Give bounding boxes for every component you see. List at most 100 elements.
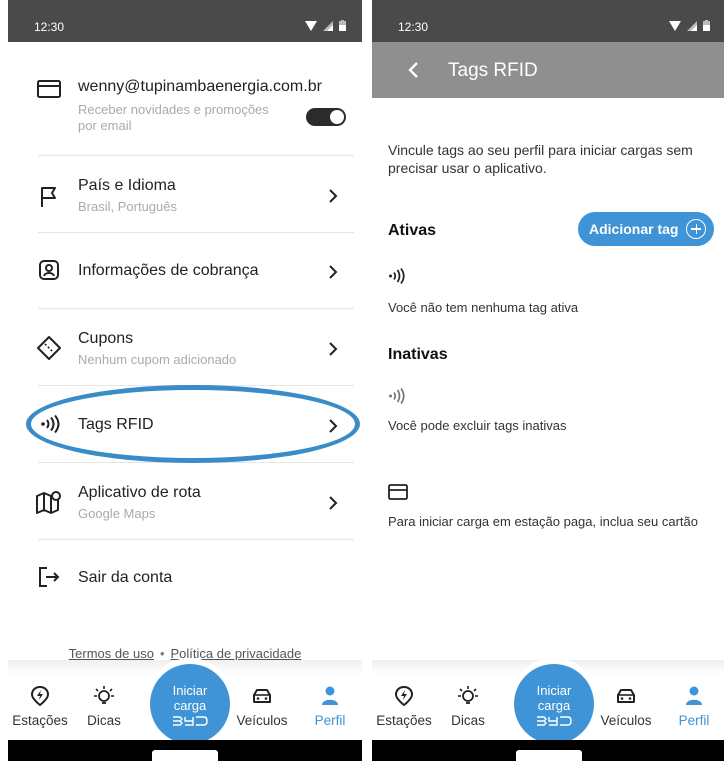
menu-item-logout[interactable]: Sair da conta bbox=[8, 540, 362, 616]
menu-item-subtitle: Google Maps bbox=[78, 506, 156, 521]
menu-item-rfid-tags[interactable]: Tags RFID bbox=[8, 386, 362, 462]
rfid-icon bbox=[389, 268, 405, 284]
signal-icon bbox=[323, 20, 333, 31]
battery-icon bbox=[703, 20, 710, 31]
page-title: Tags RFID bbox=[448, 60, 538, 81]
car-icon bbox=[617, 689, 635, 703]
add-tag-button[interactable]: Adicionar tag bbox=[578, 212, 714, 246]
status-icons bbox=[305, 20, 346, 31]
account-block: wenny@tupinambaenergia.com.br Receber no… bbox=[8, 72, 362, 156]
account-email: wenny@tupinambaenergia.com.br bbox=[78, 78, 322, 95]
chevron-right-icon bbox=[329, 265, 338, 279]
logout-icon bbox=[36, 564, 62, 590]
menu-item-billing[interactable]: Informações de cobrança bbox=[8, 233, 362, 309]
wifi-icon bbox=[305, 20, 317, 31]
map-icon bbox=[36, 489, 62, 515]
chevron-right-icon bbox=[329, 419, 338, 433]
home-pill[interactable] bbox=[516, 750, 582, 761]
nav-item-vehicles[interactable]: Veículos bbox=[594, 685, 658, 728]
nav-item-profile[interactable]: Perfil bbox=[298, 685, 362, 728]
nav-label: Perfil bbox=[678, 713, 710, 728]
flag-icon bbox=[36, 184, 62, 210]
menu-item-title: Tags RFID bbox=[78, 416, 154, 433]
app-bar: Tags RFID bbox=[372, 42, 724, 98]
nav-label: Dicas bbox=[451, 713, 485, 728]
footer-links: Termos de uso • Política de privacidade bbox=[8, 646, 362, 661]
nav-label: Perfil bbox=[314, 713, 346, 728]
wifi-icon bbox=[669, 20, 681, 31]
menu-item-title: Informações de cobrança bbox=[78, 262, 259, 279]
settings-screen: 12:30 wenny@tupinambaenergia.com.br Rece… bbox=[8, 0, 362, 761]
rfid-intro-text: Vincule tags ao seu perfil para iniciar … bbox=[388, 142, 693, 176]
mail-card-icon bbox=[36, 76, 62, 102]
nav-item-vehicles[interactable]: Veículos bbox=[230, 685, 294, 728]
menu-item-title: Aplicativo de rota bbox=[78, 484, 201, 501]
bottom-nav: Estações Dicas Iniciar carga Veículos Pe… bbox=[8, 660, 362, 744]
menu-item-title: Sair da conta bbox=[78, 569, 173, 586]
charging-station-icon bbox=[394, 685, 414, 707]
nav-label: Dicas bbox=[87, 713, 121, 728]
credit-card-icon bbox=[388, 484, 408, 500]
status-bar: 12:30 bbox=[8, 0, 362, 42]
nav-item-stations[interactable]: Estações bbox=[8, 685, 72, 728]
inactive-info-text: Você pode excluir tags inativas bbox=[388, 418, 567, 433]
coupon-icon bbox=[36, 335, 62, 361]
start-charge-label-1: Iniciar bbox=[172, 683, 208, 698]
lightbulb-icon bbox=[94, 686, 114, 704]
add-tag-label: Adicionar tag bbox=[589, 221, 679, 237]
battery-icon bbox=[339, 20, 346, 31]
nav-item-tips[interactable]: Dicas bbox=[72, 685, 136, 728]
nav-label: Veículos bbox=[236, 713, 288, 728]
nav-item-tips[interactable]: Dicas bbox=[436, 685, 500, 728]
lightbulb-icon bbox=[458, 686, 478, 704]
menu-item-country-language[interactable]: País e Idioma Brasil, Português bbox=[8, 156, 362, 232]
nav-label: Estações bbox=[12, 713, 68, 728]
android-nav-bar bbox=[8, 740, 362, 761]
active-heading: Ativas bbox=[388, 222, 437, 239]
active-empty-text: Você não tem nenhuma tag ativa bbox=[388, 300, 579, 315]
nav-label: Veículos bbox=[600, 713, 652, 728]
bottom-nav: Estações Dicas Iniciar carga Veículos Pe… bbox=[372, 660, 724, 744]
toggle-knob bbox=[330, 110, 344, 124]
start-charge-label-1: Iniciar bbox=[536, 683, 572, 698]
status-time: 12:30 bbox=[398, 20, 429, 34]
newsletter-label: Receber novidades e promoções por email bbox=[78, 102, 269, 133]
chevron-right-icon bbox=[329, 496, 338, 510]
nav-item-profile[interactable]: Perfil bbox=[662, 685, 724, 728]
signal-icon bbox=[687, 20, 697, 31]
footer-separator: • bbox=[159, 646, 165, 661]
start-charge-label-2: carga bbox=[537, 698, 571, 713]
rfid-icon bbox=[38, 411, 64, 437]
chevron-right-icon bbox=[329, 342, 338, 356]
person-icon bbox=[686, 686, 702, 705]
android-nav-bar bbox=[372, 740, 724, 761]
plus-circle-icon bbox=[686, 219, 707, 239]
home-pill[interactable] bbox=[152, 750, 218, 761]
nav-item-stations[interactable]: Estações bbox=[372, 685, 436, 728]
start-charge-button[interactable]: Iniciar carga bbox=[514, 664, 594, 744]
byd-logo-icon bbox=[173, 716, 208, 726]
car-icon bbox=[253, 689, 271, 703]
back-arrow-icon[interactable] bbox=[402, 58, 426, 82]
byd-logo-icon bbox=[537, 716, 572, 726]
menu-item-coupons[interactable]: Cupons Nenhum cupom adicionado bbox=[8, 309, 362, 385]
billing-user-icon bbox=[36, 257, 62, 283]
rfid-icon bbox=[389, 388, 405, 404]
status-bar: 12:30 bbox=[372, 0, 724, 42]
status-time: 12:30 bbox=[34, 20, 65, 34]
menu-item-subtitle: Nenhum cupom adicionado bbox=[78, 352, 237, 367]
rfid-screen: 12:30 Tags RFID Vincule tags ao seu perf… bbox=[372, 0, 724, 761]
menu-item-route-app[interactable]: Aplicativo de rota Google Maps bbox=[8, 463, 362, 539]
start-charge-label-2: carga bbox=[173, 698, 207, 713]
menu-item-title: País e Idioma bbox=[78, 177, 176, 194]
chevron-right-icon bbox=[329, 189, 338, 203]
inactive-heading: Inativas bbox=[388, 346, 448, 363]
terms-link[interactable]: Termos de uso bbox=[69, 646, 154, 661]
person-icon bbox=[322, 686, 338, 705]
newsletter-toggle[interactable] bbox=[306, 108, 346, 126]
card-info-text: Para iniciar carga em estação paga, incl… bbox=[388, 514, 699, 529]
start-charge-button[interactable]: Iniciar carga bbox=[150, 664, 230, 744]
nav-label: Estações bbox=[376, 713, 432, 728]
status-icons bbox=[669, 20, 710, 31]
privacy-link[interactable]: Política de privacidade bbox=[171, 646, 302, 661]
